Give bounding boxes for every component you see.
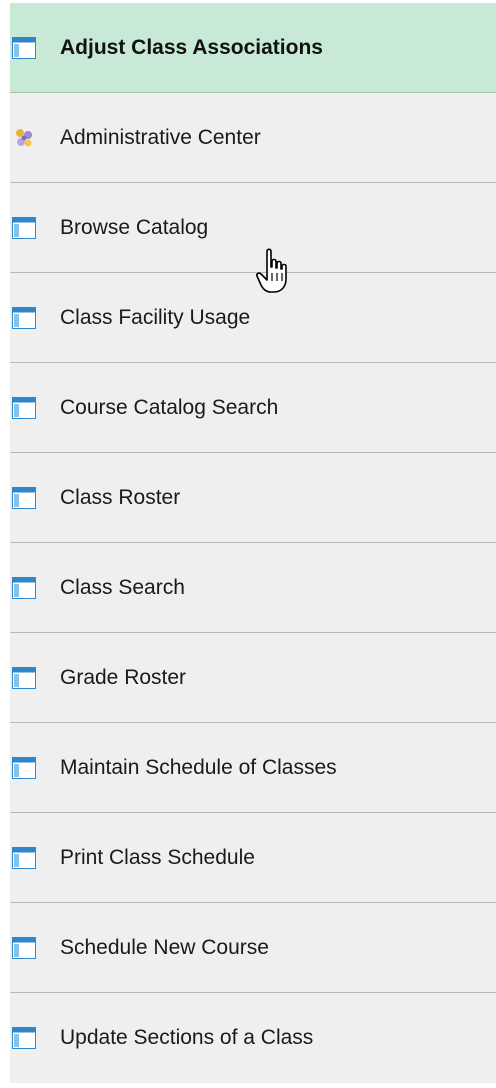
menu-item-class-facility-usage[interactable]: Class Facility Usage (10, 273, 496, 363)
component-page-icon (12, 486, 42, 510)
component-page-icon (12, 1026, 42, 1050)
menu-item-label: Class Search (60, 575, 185, 599)
menu-item-update-sections-of-a-class[interactable]: Update Sections of a Class (10, 993, 496, 1083)
menu-item-browse-catalog[interactable]: Browse Catalog (10, 183, 496, 273)
component-page-icon (12, 936, 42, 960)
component-page-icon (12, 846, 42, 870)
component-page-icon (12, 666, 42, 690)
component-page-icon (12, 306, 42, 330)
menu-item-label: Schedule New Course (60, 935, 269, 959)
menu-item-label: Administrative Center (60, 125, 261, 149)
menu-item-class-roster[interactable]: Class Roster (10, 453, 496, 543)
component-page-icon (12, 756, 42, 780)
menu-item-class-search[interactable]: Class Search (10, 543, 496, 633)
menu-item-label: Class Facility Usage (60, 305, 251, 329)
administrative-center-icon (12, 126, 42, 150)
menu-item-grade-roster[interactable]: Grade Roster (10, 633, 496, 723)
menu-list: Adjust Class Associations Administrative… (10, 3, 496, 1083)
component-page-icon (12, 396, 42, 420)
menu-item-print-class-schedule[interactable]: Print Class Schedule (10, 813, 496, 903)
component-page-icon (12, 576, 42, 600)
menu-item-label: Update Sections of a Class (60, 1026, 314, 1049)
menu-item-label: Browse Catalog (60, 215, 209, 239)
menu-item-course-catalog-search[interactable]: Course Catalog Search (10, 363, 496, 453)
menu-item-label: Print Class Schedule (60, 845, 255, 869)
menu-item-administrative-center[interactable]: Administrative Center (10, 93, 496, 183)
component-page-icon (12, 36, 42, 60)
menu-item-maintain-schedule-of-classes[interactable]: Maintain Schedule of Classes (10, 723, 496, 813)
menu-item-label: Grade Roster (60, 665, 187, 689)
component-page-icon (12, 216, 42, 240)
navigation-menu: Adjust Class Associations Administrative… (0, 0, 496, 1088)
menu-item-label: Maintain Schedule of Classes (60, 755, 337, 779)
menu-item-schedule-new-course[interactable]: Schedule New Course (10, 903, 496, 993)
menu-item-label: Class Roster (60, 485, 181, 509)
menu-item-label: Course Catalog Search (60, 395, 279, 419)
menu-item-label: Adjust Class Associations (60, 35, 323, 59)
menu-item-adjust-class-associations[interactable]: Adjust Class Associations (10, 3, 496, 93)
